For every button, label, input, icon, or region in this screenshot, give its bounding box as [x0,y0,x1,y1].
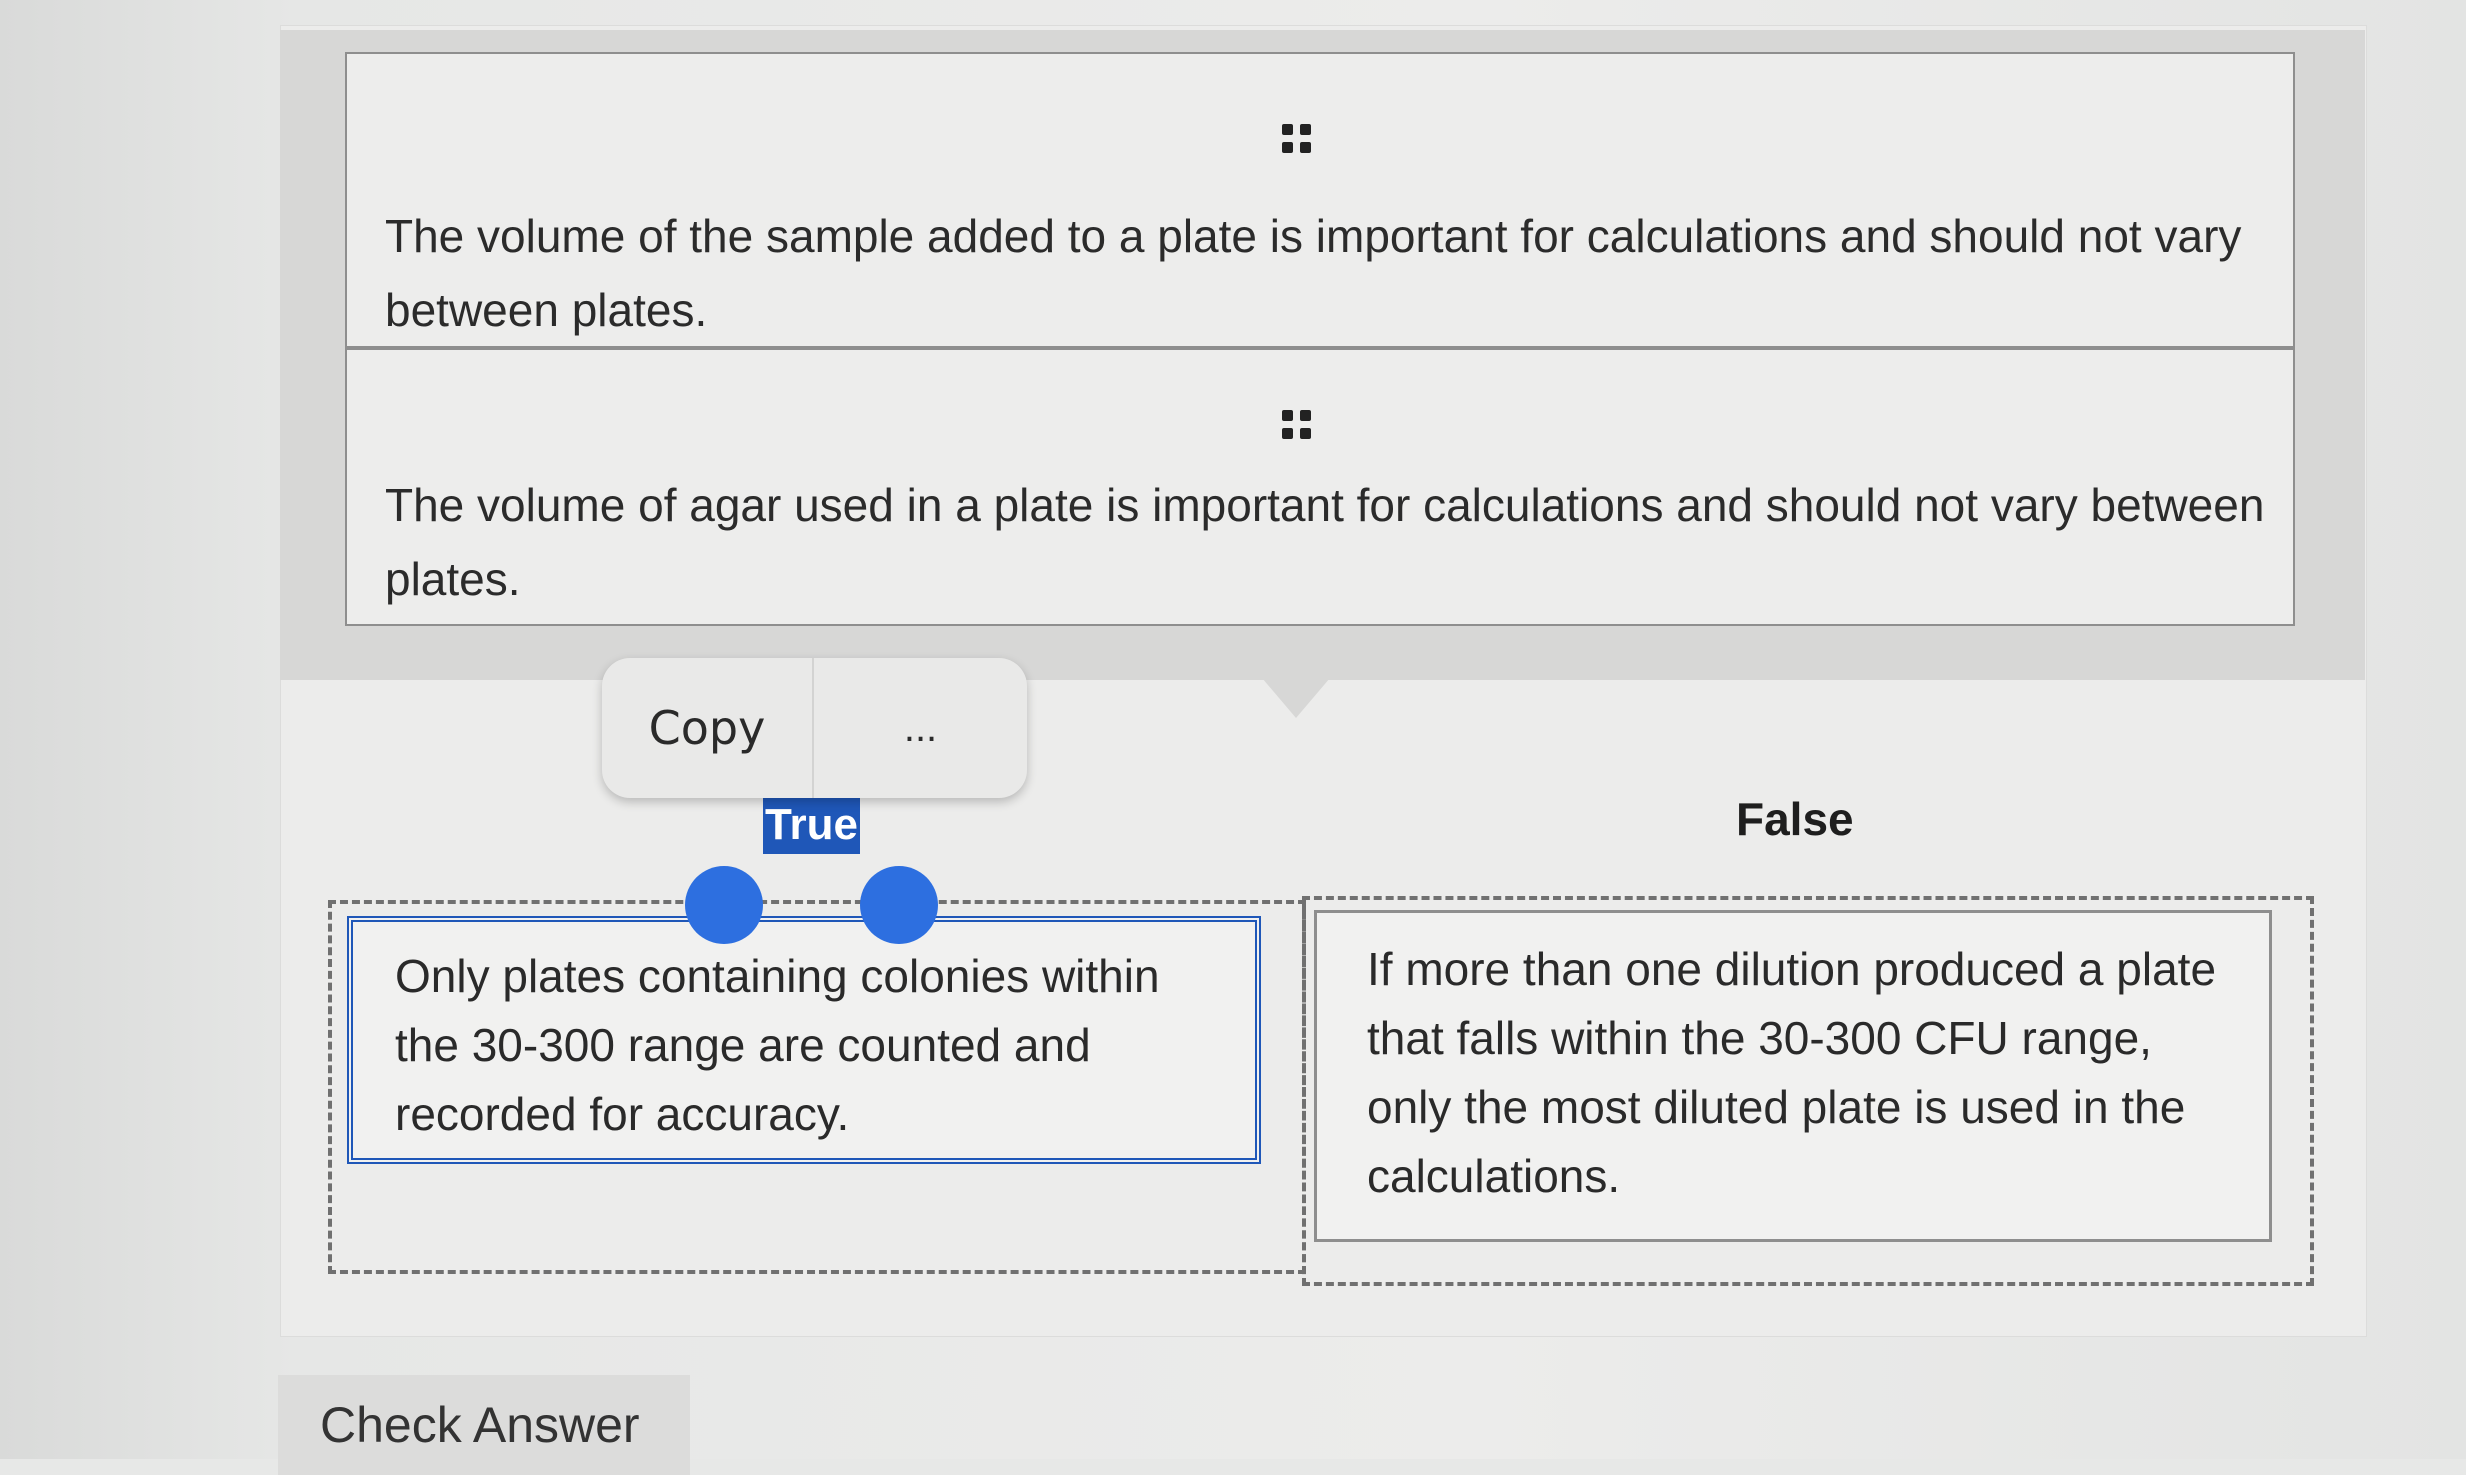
check-answer-button[interactable]: Check Answer [278,1375,690,1475]
card-text: The volume of the sample added to a plat… [385,210,2242,336]
placed-card[interactable]: If more than one dilution produced a pla… [1314,910,2272,1242]
copy-button[interactable]: Copy [602,658,812,798]
drag-handle-icon[interactable] [1282,410,1312,440]
drag-handle-icon[interactable] [1282,124,1312,154]
category-true-label: True [763,796,860,854]
category-false-label: False [1736,793,1854,845]
draggable-card[interactable]: The volume of agar used in a plate is im… [345,348,2295,626]
more-options-button[interactable]: ... [814,658,1027,798]
placed-card[interactable]: Only plates containing colonies within t… [347,916,1261,1164]
placed-card-text: If more than one dilution produced a pla… [1367,943,2217,1202]
selection-start-handle[interactable] [685,866,763,944]
draggable-card[interactable]: The volume of the sample added to a plat… [345,52,2295,348]
selection-end-handle[interactable] [860,866,938,944]
text-selection-menu: Copy ... [602,658,1027,798]
placed-card-text: Only plates containing colonies within t… [395,950,1160,1140]
answer-bank-pointer [1262,678,1330,718]
card-text: The volume of agar used in a plate is im… [385,479,2265,605]
